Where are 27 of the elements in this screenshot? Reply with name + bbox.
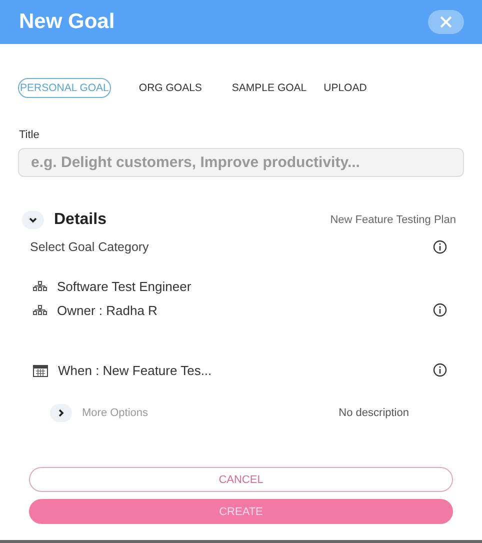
detail-item: Software Test Engineer [57,278,192,294]
category-label: Select Goal Category [30,240,149,254]
tab[interactable]: UPLOAD [322,78,369,98]
title-field[interactable]: e.g. Delight customers, Improve productivity... [18,148,464,177]
tab[interactable]: SAMPLE GOAL [230,78,309,98]
dialog-title: New Goal [19,10,115,34]
close-icon [439,15,453,29]
field-label: Title [19,129,40,141]
description-text: No description [338,407,409,419]
detail-item: Owner : Radha R [57,302,158,318]
cancel-button[interactable]: CANCEL [29,467,453,492]
hierarchy-icon [33,305,47,315]
info-icon[interactable] [433,240,447,254]
expand-toggle[interactable] [50,404,72,422]
calendar-icon [33,364,48,376]
hierarchy-icon [33,281,47,291]
more-options-label[interactable]: More Options [82,407,148,419]
info-icon[interactable] [433,363,447,377]
plan-name: New Feature Testing Plan [330,214,456,226]
tab[interactable]: ORG GOALS [136,78,204,98]
section-heading: Details [54,211,106,229]
tab[interactable]: PERSONAL GOAL [18,78,111,98]
detail-item: When : New Feature Tes... [58,362,212,378]
expand-toggle[interactable] [22,211,44,229]
create-button[interactable]: CREATE [29,499,453,524]
info-icon[interactable] [433,303,447,317]
close-button[interactable] [428,10,464,34]
